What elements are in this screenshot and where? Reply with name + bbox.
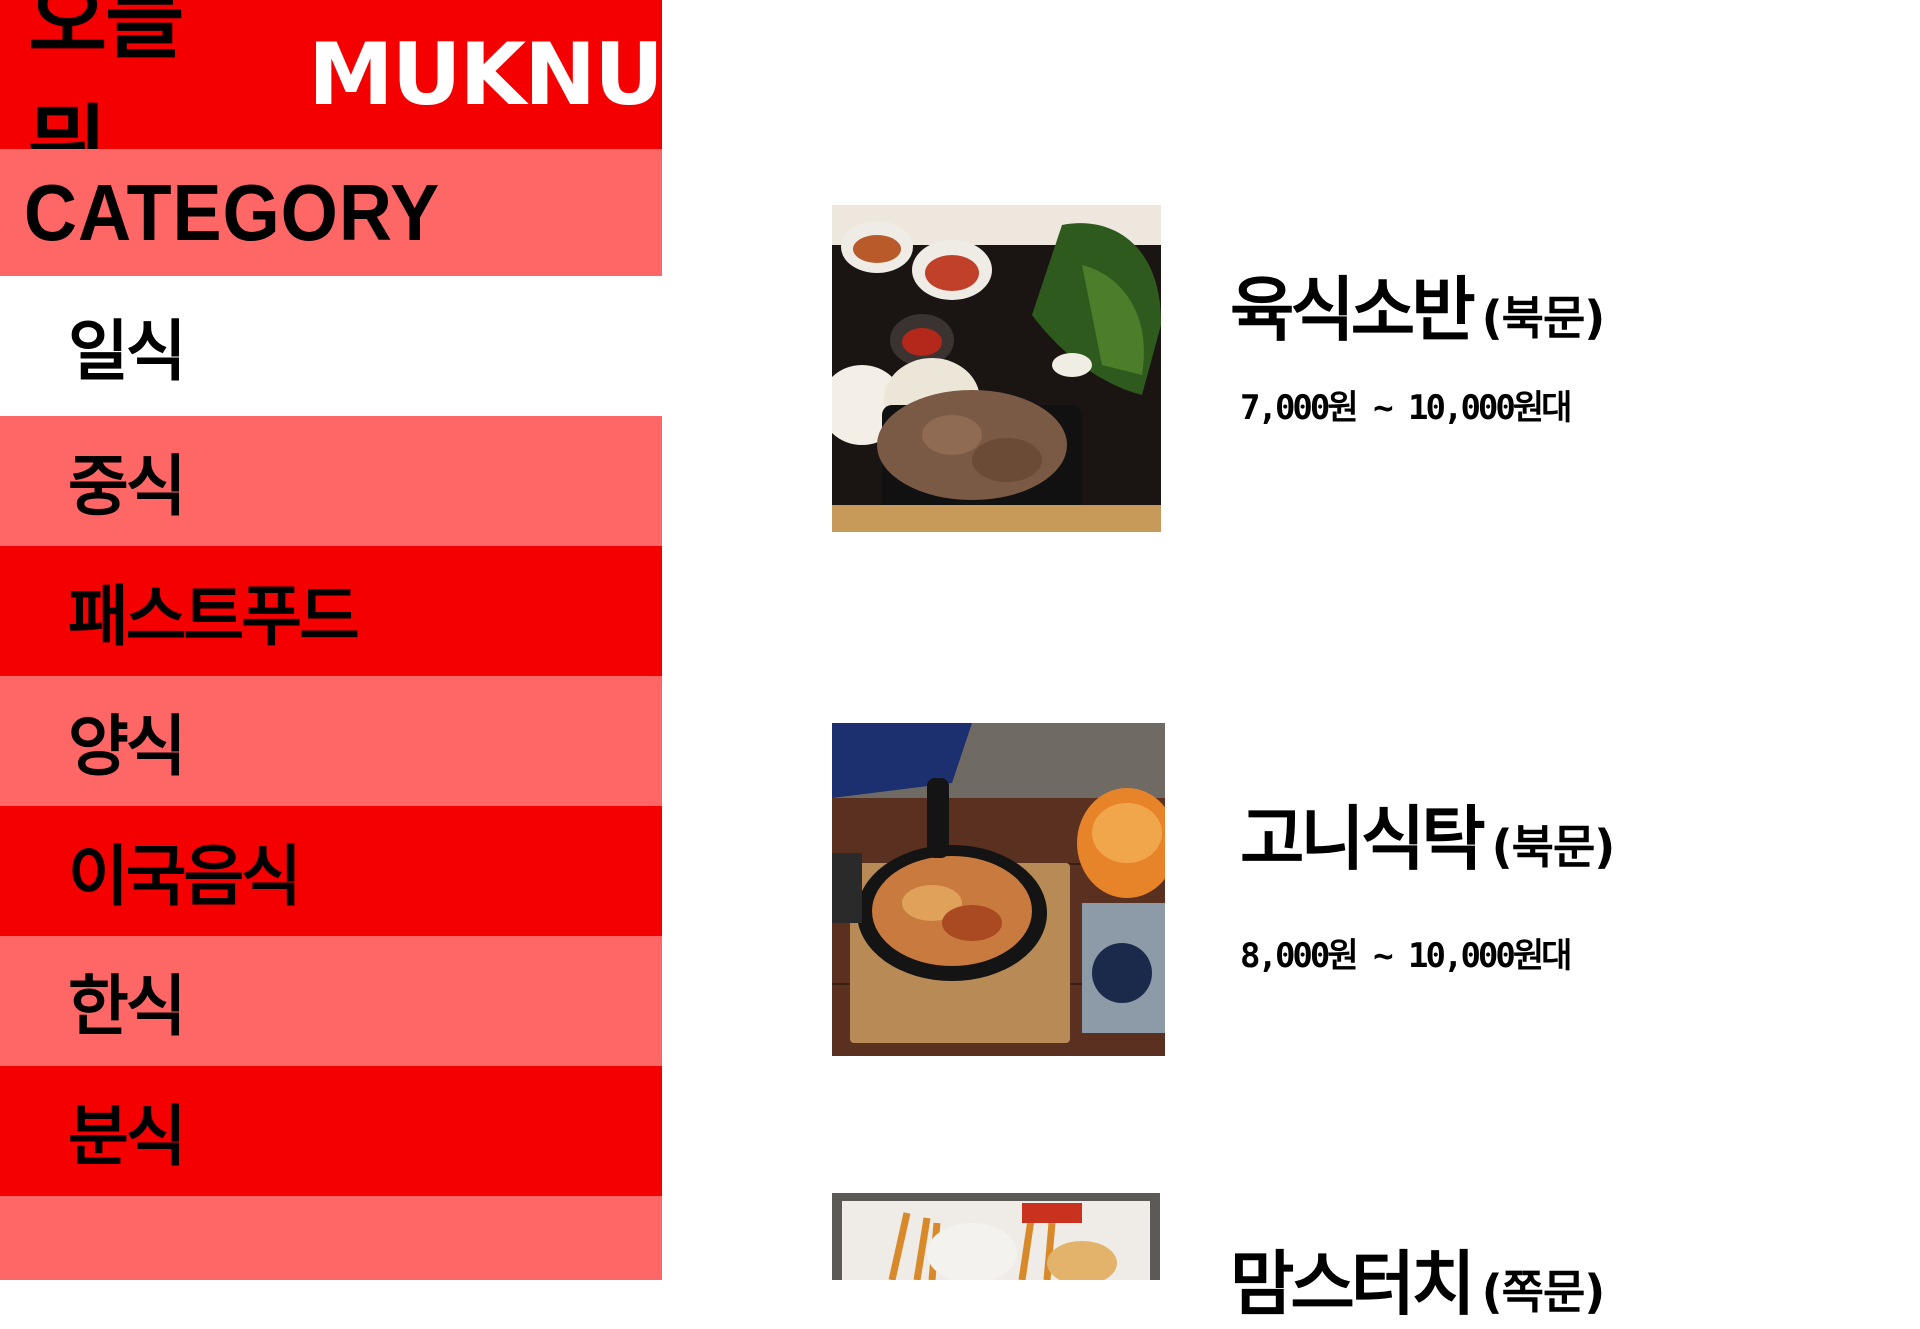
restaurant-price: 8,000원 ~ 10,000원대 bbox=[1240, 936, 1572, 976]
restaurant-area: (북문) bbox=[1481, 291, 1606, 345]
restaurant-name-text: 육식소반 bbox=[1230, 269, 1476, 351]
brand-title-en: MUKNU bbox=[308, 24, 664, 125]
category-item-fastfood[interactable]: 패스트푸드 bbox=[0, 546, 662, 676]
brand-logo[interactable]: 오늘 뭐 MUKNU bbox=[0, 0, 664, 196]
restaurant-name[interactable]: 고니식탁 (북문) bbox=[1240, 783, 1616, 884]
restaurant-price: 7,000원 ~ 10,000원대 bbox=[1240, 388, 1572, 428]
category-item-korean[interactable]: 한식 bbox=[0, 936, 662, 1066]
burger-fries-photo bbox=[832, 1193, 1160, 1280]
category-menu: 일식 중식 패스트푸드 양식 이국음식 한식 분식 bbox=[0, 276, 662, 1196]
category-item-exotic[interactable]: 이국음식 bbox=[0, 806, 662, 936]
stir-fry-skillet-photo bbox=[832, 723, 1165, 1056]
restaurant-name-text: 맘스터치 bbox=[1230, 1243, 1476, 1325]
category-item-chinese[interactable]: 중식 bbox=[0, 416, 662, 546]
restaurant-area: (쪽문) bbox=[1481, 1265, 1606, 1319]
category-heading: CATEGORY bbox=[0, 149, 610, 276]
restaurant-area: (북문) bbox=[1491, 820, 1616, 874]
restaurant-name[interactable]: 육식소반 (북문) bbox=[1230, 254, 1606, 355]
restaurant-photo[interactable] bbox=[832, 205, 1161, 532]
category-item-snack[interactable]: 분식 bbox=[0, 1066, 662, 1196]
restaurant-photo[interactable] bbox=[832, 723, 1165, 1056]
category-item-western[interactable]: 양식 bbox=[0, 676, 662, 806]
sidebar: 오늘 뭐 MUKNU CATEGORY 일식 중식 패스트푸드 양식 이국음식 … bbox=[0, 0, 664, 1280]
restaurant-name[interactable]: 맘스터치 (쪽문) bbox=[1230, 1228, 1606, 1329]
restaurant-name-text: 고니식탁 bbox=[1240, 798, 1486, 880]
restaurant-photo[interactable] bbox=[832, 1193, 1160, 1280]
pork-side-dishes-photo bbox=[832, 205, 1161, 532]
category-item-japanese[interactable]: 일식 bbox=[0, 276, 662, 416]
